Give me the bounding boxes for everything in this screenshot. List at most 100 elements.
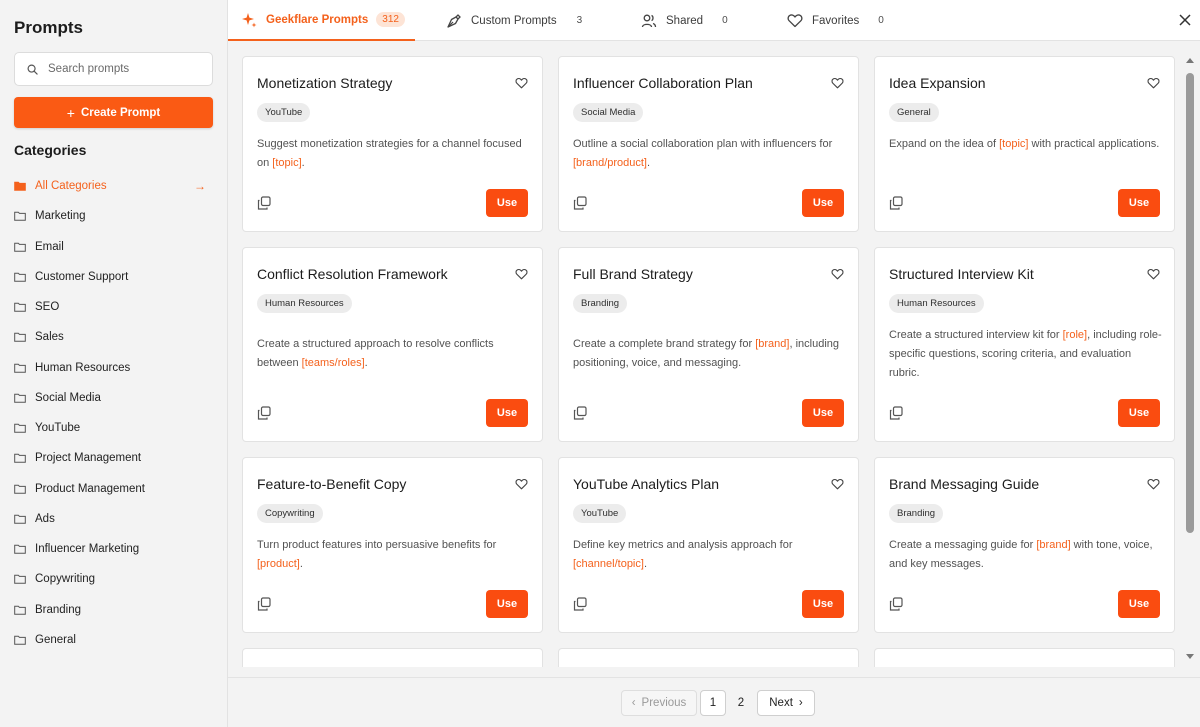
copy-icon[interactable] bbox=[889, 597, 903, 611]
prompt-grid: Monetization Strategy YouTube Suggest mone… bbox=[228, 41, 1180, 667]
card-description: Create a structured approach to resolve … bbox=[257, 335, 532, 373]
card-description: Turn product features into persuasive be… bbox=[257, 536, 532, 574]
search-box[interactable] bbox=[14, 52, 213, 86]
placeholder-variable: [role] bbox=[1062, 329, 1088, 341]
category-item[interactable]: Product Management bbox=[14, 474, 213, 504]
card-title: Idea Expansion bbox=[889, 75, 986, 91]
use-button[interactable]: Use bbox=[802, 399, 844, 427]
category-item[interactable]: Social Media bbox=[14, 383, 213, 413]
category-label: Customer Support bbox=[35, 270, 129, 283]
card-description: Expand on the idea of [topic] with pract… bbox=[889, 135, 1164, 154]
tab-shared[interactable]: Shared 0 bbox=[641, 0, 728, 41]
category-item[interactable]: General bbox=[14, 625, 213, 655]
tab-custom-prompts[interactable]: Custom Prompts 3 bbox=[446, 0, 582, 41]
use-button[interactable]: Use bbox=[802, 189, 844, 217]
copy-icon[interactable] bbox=[573, 597, 587, 611]
placeholder-variable: [channel/topic] bbox=[573, 558, 644, 570]
category-item[interactable]: Project Management bbox=[14, 443, 213, 473]
prompt-card: Full Brand Strategy Branding Create a comp… bbox=[558, 247, 859, 442]
plus-icon: + bbox=[66, 104, 75, 121]
category-item[interactable]: Customer Support bbox=[14, 262, 213, 292]
category-item[interactable]: All Categories → bbox=[14, 171, 213, 201]
placeholder-variable: [teams/roles] bbox=[301, 357, 365, 369]
favorite-heart-icon[interactable] bbox=[1147, 77, 1160, 89]
favorite-heart-icon[interactable] bbox=[831, 268, 844, 280]
category-item[interactable]: Sales bbox=[14, 322, 213, 352]
search-input[interactable] bbox=[48, 63, 198, 75]
card-description: Outline a social collaboration plan with… bbox=[573, 135, 848, 173]
description-text: Create a structured interview kit for bbox=[889, 329, 1063, 341]
main-panel: Geekflare Prompts 312 Custom Prompts 3 S… bbox=[228, 0, 1200, 727]
scrollbar-thumb[interactable] bbox=[1186, 73, 1194, 533]
copy-icon[interactable] bbox=[573, 196, 587, 210]
prompt-card: Monetization Strategy YouTube Suggest mone… bbox=[242, 56, 543, 232]
tab-count: 0 bbox=[878, 15, 884, 26]
description-text: Create a messaging guide for bbox=[889, 539, 1037, 551]
page-2-button[interactable]: 2 bbox=[729, 690, 753, 716]
favorite-heart-icon[interactable] bbox=[515, 77, 528, 89]
copy-icon[interactable] bbox=[257, 406, 271, 420]
favorite-heart-icon[interactable] bbox=[1147, 268, 1160, 280]
placeholder-variable: [product] bbox=[257, 558, 300, 570]
copy-icon[interactable] bbox=[889, 406, 903, 420]
category-item[interactable]: Copywriting bbox=[14, 564, 213, 594]
use-button[interactable]: Use bbox=[1118, 590, 1160, 618]
favorite-heart-icon[interactable] bbox=[1147, 478, 1160, 490]
category-item[interactable]: Influencer Marketing bbox=[14, 534, 213, 564]
card-description: Create a messaging guide for [brand] wit… bbox=[889, 536, 1164, 574]
scroll-up-arrow-icon[interactable] bbox=[1186, 58, 1194, 63]
copy-icon[interactable] bbox=[889, 196, 903, 210]
category-item[interactable]: YouTube bbox=[14, 413, 213, 443]
category-label: All Categories bbox=[35, 180, 107, 193]
favorite-heart-icon[interactable] bbox=[831, 77, 844, 89]
category-item[interactable]: Email bbox=[14, 232, 213, 262]
description-text: . bbox=[647, 157, 651, 169]
category-item[interactable]: Marketing bbox=[14, 201, 213, 231]
page-1-button[interactable]: 1 bbox=[700, 690, 726, 716]
scrollbar[interactable] bbox=[1180, 41, 1200, 667]
next-page-button[interactable]: Next › bbox=[757, 690, 815, 716]
scroll-down-arrow-icon[interactable] bbox=[1186, 654, 1194, 659]
copy-icon[interactable] bbox=[257, 196, 271, 210]
previous-page-button[interactable]: ‹ Previous bbox=[621, 690, 697, 716]
category-tag: YouTube bbox=[257, 103, 311, 122]
description-text: . bbox=[643, 558, 647, 570]
category-tag: Copywriting bbox=[257, 504, 323, 523]
card-title: Conflict Resolution Framework bbox=[257, 266, 448, 282]
copy-icon[interactable] bbox=[257, 597, 271, 611]
folder-icon bbox=[14, 333, 26, 343]
tab-favorites[interactable]: Favorites 0 bbox=[787, 0, 884, 41]
folder-icon bbox=[14, 212, 26, 222]
use-button[interactable]: Use bbox=[486, 590, 528, 618]
use-button[interactable]: Use bbox=[1118, 189, 1160, 217]
description-text: Expand on the idea of bbox=[889, 138, 1000, 150]
favorite-heart-icon[interactable] bbox=[515, 478, 528, 490]
prompt-card bbox=[558, 648, 859, 667]
category-item[interactable]: SEO bbox=[14, 292, 213, 322]
sidebar-title: Prompts bbox=[14, 18, 83, 37]
folder-icon bbox=[14, 514, 26, 524]
category-item[interactable]: Branding bbox=[14, 595, 213, 625]
folder-icon bbox=[14, 575, 26, 585]
create-prompt-button[interactable]: + Create Prompt bbox=[14, 97, 213, 128]
favorite-heart-icon[interactable] bbox=[831, 478, 844, 490]
use-button[interactable]: Use bbox=[486, 189, 528, 217]
close-icon[interactable] bbox=[1178, 13, 1192, 27]
category-item[interactable]: Ads bbox=[14, 504, 213, 534]
category-label: Email bbox=[35, 240, 64, 253]
create-prompt-label: Create Prompt bbox=[80, 106, 161, 119]
card-title: Monetization Strategy bbox=[257, 75, 393, 91]
folder-icon bbox=[14, 181, 26, 191]
use-button[interactable]: Use bbox=[486, 399, 528, 427]
use-button[interactable]: Use bbox=[1118, 399, 1160, 427]
description-text: with practical applications. bbox=[1028, 138, 1160, 150]
copy-icon[interactable] bbox=[573, 406, 587, 420]
folder-icon bbox=[14, 272, 26, 282]
category-label: SEO bbox=[35, 301, 60, 314]
placeholder-variable: [brand] bbox=[755, 338, 790, 350]
use-button[interactable]: Use bbox=[802, 590, 844, 618]
folder-icon bbox=[14, 242, 26, 252]
category-item[interactable]: Human Resources bbox=[14, 353, 213, 383]
favorite-heart-icon[interactable] bbox=[515, 268, 528, 280]
tab-geekflare-prompts[interactable]: Geekflare Prompts 312 bbox=[228, 0, 415, 41]
